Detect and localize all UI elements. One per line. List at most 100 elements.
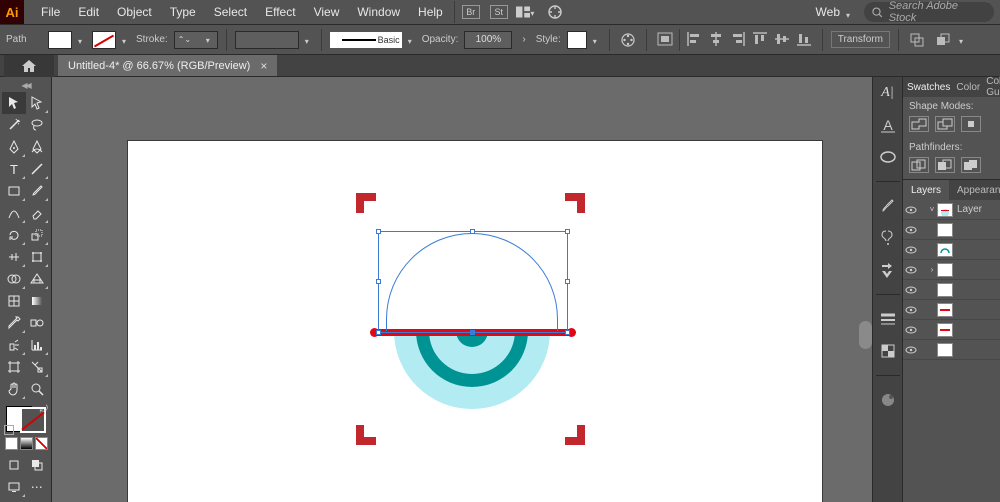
swap-fill-stroke-icon[interactable]: ⤾ xyxy=(40,404,48,415)
free-transform-tool-icon[interactable] xyxy=(26,246,50,268)
bridge-icon[interactable]: Br xyxy=(460,1,482,23)
merge-icon[interactable] xyxy=(961,157,981,173)
shaper-tool-icon[interactable] xyxy=(2,202,26,224)
layer-row[interactable] xyxy=(903,300,1000,320)
menu-effect[interactable]: Effect xyxy=(256,0,304,24)
vertical-scrollbar[interactable] xyxy=(859,321,872,349)
resize-handle[interactable] xyxy=(565,330,570,335)
scale-tool-icon[interactable] xyxy=(26,224,50,246)
canvas-area[interactable] xyxy=(52,77,872,502)
bounding-box[interactable] xyxy=(378,231,568,333)
css-panel-icon[interactable] xyxy=(878,390,898,410)
disclosure-icon[interactable]: › xyxy=(927,265,937,274)
resize-handle[interactable] xyxy=(376,229,381,234)
tab-color[interactable]: Color xyxy=(956,82,980,93)
menu-select[interactable]: Select xyxy=(205,0,256,24)
gpu-preview-icon[interactable] xyxy=(544,1,566,23)
visibility-toggle-icon[interactable] xyxy=(903,306,919,314)
align-bottom-icon[interactable] xyxy=(794,29,814,49)
visibility-toggle-icon[interactable] xyxy=(903,286,919,294)
pen-tool-icon[interactable] xyxy=(2,136,26,158)
menu-help[interactable]: Help xyxy=(409,0,452,24)
tab-swatches[interactable]: Swatches xyxy=(907,82,950,93)
eyedropper-tool-icon[interactable] xyxy=(2,312,26,334)
hand-tool-icon[interactable] xyxy=(2,378,26,400)
fill-dropdown[interactable] xyxy=(78,36,86,44)
align-vcenter-icon[interactable] xyxy=(772,29,792,49)
properties-panel-icon[interactable]: A| xyxy=(878,83,898,103)
workspace-switcher[interactable]: Web xyxy=(806,5,864,19)
divide-icon[interactable] xyxy=(909,157,929,173)
visibility-toggle-icon[interactable] xyxy=(903,246,919,254)
intersect-icon[interactable] xyxy=(961,116,981,132)
drawing-mode-behind-icon[interactable] xyxy=(26,454,50,476)
unite-icon[interactable] xyxy=(909,116,929,132)
type-tool-icon[interactable]: T xyxy=(2,158,26,180)
align-right-icon[interactable] xyxy=(728,29,748,49)
tab-color-guide[interactable]: Color Guide xyxy=(986,76,1000,98)
symbols-panel-icon[interactable] xyxy=(878,228,898,248)
disclosure-icon[interactable]: ˅ xyxy=(927,205,937,214)
tab-appearance[interactable]: Appearance xyxy=(949,180,1000,200)
align-left-icon[interactable] xyxy=(684,29,704,49)
document-tab[interactable]: Untitled-4* @ 66.67% (RGB/Preview) × xyxy=(58,55,277,76)
menu-type[interactable]: Type xyxy=(161,0,205,24)
stroke-weight-field[interactable]: ⌃⌄ xyxy=(174,31,218,49)
align-hcenter-icon[interactable] xyxy=(706,29,726,49)
shape-builder-tool-icon[interactable] xyxy=(2,268,26,290)
gradient-tool-icon[interactable] xyxy=(26,290,50,312)
drawing-mode-normal-icon[interactable] xyxy=(2,454,26,476)
transparency-panel-icon[interactable] xyxy=(878,341,898,361)
arrange-icon[interactable] xyxy=(933,30,953,50)
eraser-tool-icon[interactable] xyxy=(26,202,50,224)
symbol-sprayer-tool-icon[interactable] xyxy=(2,334,26,356)
layer-row[interactable] xyxy=(903,340,1000,360)
arrange-docs-icon[interactable] xyxy=(516,1,538,23)
var-width-profile[interactable] xyxy=(235,31,299,49)
curvature-tool-icon[interactable] xyxy=(26,136,50,158)
rotate-tool-icon[interactable] xyxy=(2,224,26,246)
visibility-toggle-icon[interactable] xyxy=(903,266,919,274)
brush-definition[interactable]: Basic xyxy=(330,32,402,48)
blend-tool-icon[interactable] xyxy=(26,312,50,334)
visibility-toggle-icon[interactable] xyxy=(903,346,919,354)
close-tab-icon[interactable]: × xyxy=(260,59,267,73)
tab-layers[interactable]: Layers xyxy=(903,180,949,200)
recolor-artwork-icon[interactable] xyxy=(618,30,638,50)
center-point[interactable] xyxy=(471,330,475,334)
graphic-style-swatch[interactable] xyxy=(567,31,587,49)
character-panel-icon[interactable]: A xyxy=(878,115,898,135)
default-fill-stroke-icon[interactable] xyxy=(4,425,14,435)
resize-handle[interactable] xyxy=(376,279,381,284)
menu-window[interactable]: Window xyxy=(348,0,409,24)
direct-selection-tool-icon[interactable] xyxy=(26,92,50,114)
resize-handle[interactable] xyxy=(376,330,381,335)
rectangle-tool-icon[interactable] xyxy=(2,180,26,202)
selection-tool-icon[interactable] xyxy=(2,92,26,114)
color-mode-solid[interactable] xyxy=(5,437,18,450)
home-button[interactable] xyxy=(4,55,54,77)
visibility-toggle-icon[interactable] xyxy=(903,206,919,214)
lasso-tool-icon[interactable] xyxy=(26,114,50,136)
isolate-icon[interactable] xyxy=(907,30,927,50)
edit-toolbar-icon[interactable]: ⋯ xyxy=(26,476,50,498)
trim-icon[interactable] xyxy=(935,157,955,173)
menu-edit[interactable]: Edit xyxy=(69,0,108,24)
menu-file[interactable]: File xyxy=(32,0,69,24)
layer-row[interactable] xyxy=(903,240,1000,260)
color-mode-none[interactable] xyxy=(35,437,48,450)
resize-handle[interactable] xyxy=(565,279,570,284)
stroke-dropdown[interactable] xyxy=(122,36,130,44)
menu-view[interactable]: View xyxy=(305,0,349,24)
visibility-toggle-icon[interactable] xyxy=(903,326,919,334)
opacity-field[interactable]: 100% xyxy=(464,31,512,49)
transform-panel-button[interactable]: Transform xyxy=(831,31,890,48)
minus-front-icon[interactable] xyxy=(935,116,955,132)
artboard-tool-icon[interactable] xyxy=(2,356,26,378)
magic-wand-tool-icon[interactable] xyxy=(2,114,26,136)
stroke-swatch[interactable] xyxy=(92,31,116,49)
perspective-grid-tool-icon[interactable] xyxy=(26,268,50,290)
fill-swatch[interactable] xyxy=(48,31,72,49)
layer-row[interactable] xyxy=(903,280,1000,300)
brushes-panel-icon[interactable] xyxy=(878,196,898,216)
